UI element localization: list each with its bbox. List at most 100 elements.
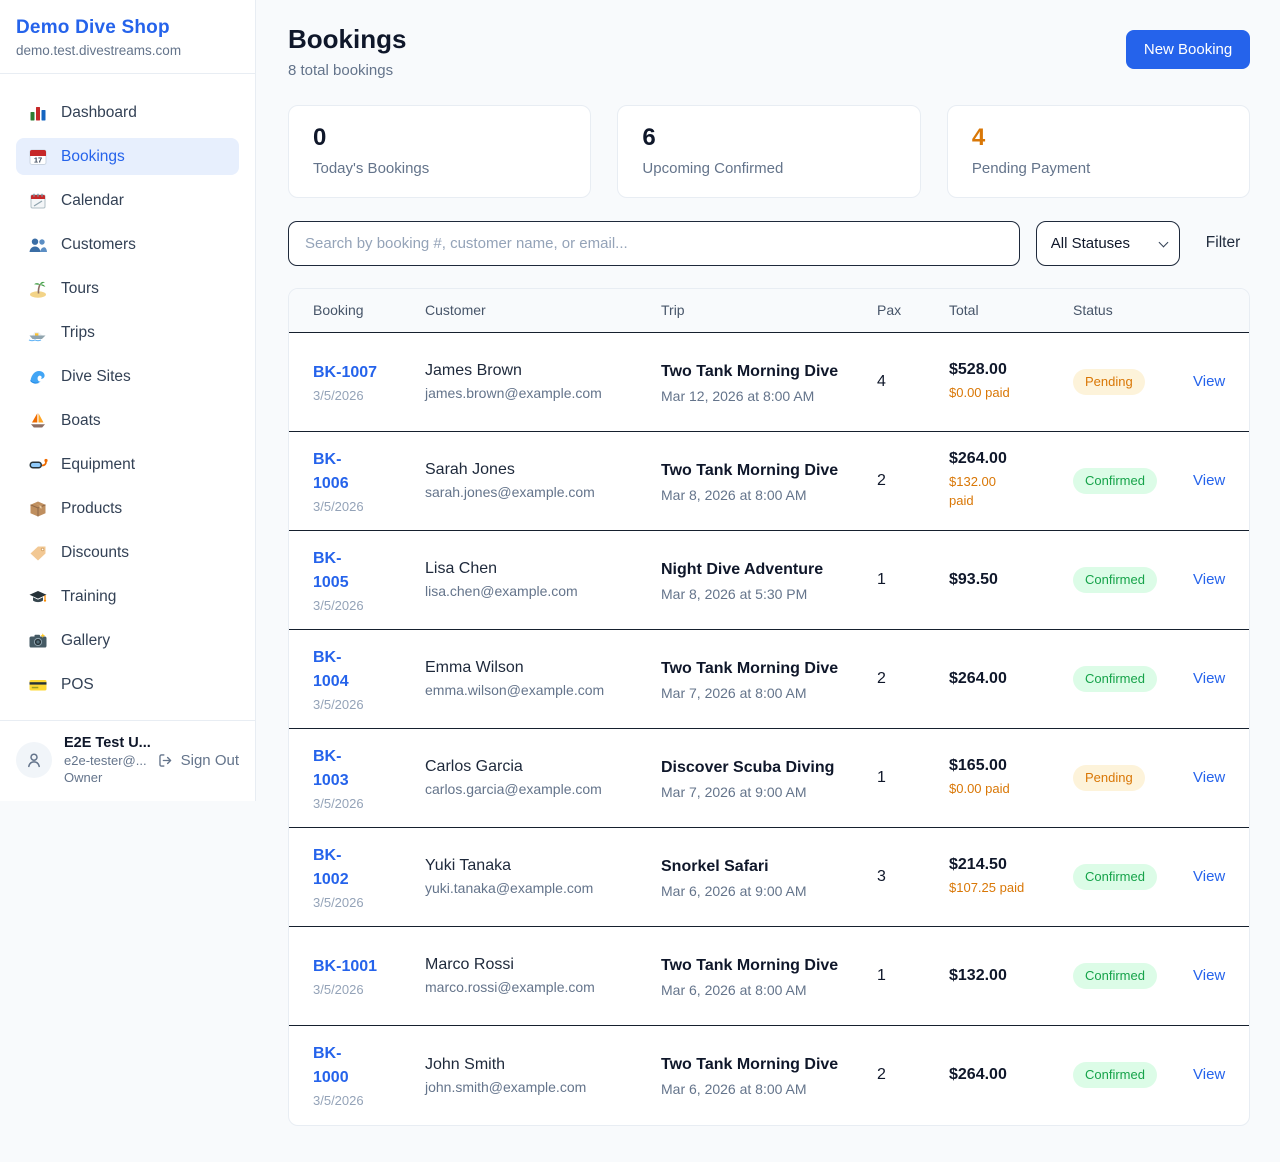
pax-count: 3 <box>877 868 949 886</box>
table-row: BK-1004 3/5/2026 Emma Wilson emma.wilson… <box>289 630 1249 729</box>
customer-email: carlos.garcia@example.com <box>425 781 661 797</box>
customer-cell: John Smith john.smith@example.com <box>425 1056 661 1095</box>
customer-name: John Smith <box>425 1056 661 1074</box>
sidebar-item-boats[interactable]: Boats <box>16 402 239 439</box>
customer-name: Emma Wilson <box>425 659 661 677</box>
view-cell: View <box>1193 571 1225 589</box>
package-icon <box>28 499 48 519</box>
sidebar-item-products[interactable]: Products <box>16 490 239 527</box>
view-link[interactable]: View <box>1193 670 1225 687</box>
brand: Demo Dive Shop demo.test.divestreams.com <box>0 0 255 74</box>
sidebar-item-trips[interactable]: Trips <box>16 314 239 351</box>
view-link[interactable]: View <box>1193 571 1225 588</box>
sidebar-item-discounts[interactable]: Discounts <box>16 534 239 571</box>
search-input[interactable] <box>288 221 1020 266</box>
customer-email: james.brown@example.com <box>425 385 661 401</box>
sidebar-item-label: Discounts <box>61 544 129 562</box>
view-link[interactable]: View <box>1193 373 1225 390</box>
sign-out-button[interactable]: Sign Out <box>157 752 239 769</box>
booking-id-link[interactable]: BK-1003 <box>313 745 356 793</box>
total-cell: $214.50 $107.25 paid <box>949 856 1073 898</box>
sidebar-item-calendar[interactable]: Calendar <box>16 182 239 219</box>
booking-id-link[interactable]: BK-1005 <box>313 547 356 595</box>
status-badge: Confirmed <box>1073 567 1157 593</box>
table-row: BK-1006 3/5/2026 Sarah Jones sarah.jones… <box>289 432 1249 531</box>
paid-amount: $0.00 paid <box>949 384 1073 403</box>
trip-cell: Two Tank Morning Dive Mar 6, 2026 at 8:0… <box>661 954 877 998</box>
sidebar-item-customers[interactable]: Customers <box>16 226 239 263</box>
total-cell: $165.00 $0.00 paid <box>949 757 1073 799</box>
sidebar-item-gallery[interactable]: Gallery <box>16 622 239 659</box>
view-link[interactable]: View <box>1193 1066 1225 1083</box>
calendar-date-icon: 17 <box>28 147 48 167</box>
booking-date: 3/5/2026 <box>313 388 425 403</box>
trip-name: Night Dive Adventure <box>661 558 839 582</box>
pax-count: 4 <box>877 373 949 391</box>
total-amount: $93.50 <box>949 571 1073 589</box>
customer-cell: James Brown james.brown@example.com <box>425 362 661 401</box>
customer-cell: Marco Rossi marco.rossi@example.com <box>425 956 661 995</box>
status-select[interactable]: All Statuses <box>1036 221 1180 266</box>
sidebar-item-label: Boats <box>61 412 101 430</box>
trip-time: Mar 7, 2026 at 8:00 AM <box>661 685 857 701</box>
view-link[interactable]: View <box>1193 769 1225 786</box>
stat-value: 0 <box>313 124 566 153</box>
table-row: BK-1007 3/5/2026 James Brown james.brown… <box>289 333 1249 432</box>
view-link[interactable]: View <box>1193 472 1225 489</box>
col-header-status: Status <box>1073 302 1193 318</box>
booking-id-link[interactable]: BK-1000 <box>313 1042 356 1090</box>
table-row: BK-1003 3/5/2026 Carlos Garcia carlos.ga… <box>289 729 1249 828</box>
view-cell: View <box>1193 967 1225 985</box>
page-header: Bookings 8 total bookings New Booking <box>288 24 1250 79</box>
stat-card: 0 Today's Bookings <box>288 105 591 198</box>
sidebar-item-equipment[interactable]: Equipment <box>16 446 239 483</box>
status-cell: Confirmed <box>1073 864 1193 890</box>
status-badge: Confirmed <box>1073 963 1157 989</box>
total-amount: $264.00 <box>949 450 1073 468</box>
person-icon <box>24 750 44 770</box>
trip-name: Two Tank Morning Dive <box>661 657 839 681</box>
sidebar: Demo Dive Shop demo.test.divestreams.com… <box>0 0 256 801</box>
sidebar-item-dashboard[interactable]: Dashboard <box>16 94 239 131</box>
new-booking-button[interactable]: New Booking <box>1126 30 1250 69</box>
graduation-cap-icon <box>28 587 48 607</box>
pax-count: 2 <box>877 670 949 688</box>
booking-cell: BK-1000 3/5/2026 <box>313 1042 425 1108</box>
main-content: Bookings 8 total bookings New Booking 0 … <box>256 0 1280 1156</box>
status-cell: Pending <box>1073 765 1193 791</box>
col-header-booking: Booking <box>313 302 425 318</box>
sidebar-item-label: Equipment <box>61 456 135 474</box>
customer-email: marco.rossi@example.com <box>425 979 661 995</box>
booking-id-link[interactable]: BK-1007 <box>313 364 377 381</box>
filter-button[interactable]: Filter <box>1196 226 1250 260</box>
paid-amount: $0.00 paid <box>949 780 1073 799</box>
customer-email: yuki.tanaka@example.com <box>425 880 661 896</box>
booking-id-link[interactable]: BK-1006 <box>313 448 356 496</box>
view-cell: View <box>1193 1066 1225 1084</box>
sidebar-item-bookings[interactable]: 17 Bookings <box>16 138 239 175</box>
sidebar-item-pos[interactable]: POS <box>16 666 239 703</box>
stat-value: 6 <box>642 124 895 153</box>
total-amount: $214.50 <box>949 856 1073 874</box>
sidebar-item-dive-sites[interactable]: Dive Sites <box>16 358 239 395</box>
sidebar-nav: Dashboard 17 Bookings Calendar Customers… <box>0 74 255 720</box>
booking-date: 3/5/2026 <box>313 1093 425 1108</box>
booking-id-link[interactable]: BK-1002 <box>313 844 356 892</box>
customer-cell: Emma Wilson emma.wilson@example.com <box>425 659 661 698</box>
sidebar-item-training[interactable]: Training <box>16 578 239 615</box>
booking-date: 3/5/2026 <box>313 982 425 997</box>
booking-id-link[interactable]: BK-1001 <box>313 958 377 975</box>
status-badge: Pending <box>1073 765 1145 791</box>
customer-email: john.smith@example.com <box>425 1079 661 1095</box>
trip-name: Two Tank Morning Dive <box>661 954 839 978</box>
sidebar-item-tours[interactable]: Tours <box>16 270 239 307</box>
view-link[interactable]: View <box>1193 868 1225 885</box>
stat-value: 4 <box>972 124 1225 153</box>
view-link[interactable]: View <box>1193 967 1225 984</box>
booking-id-link[interactable]: BK-1004 <box>313 646 356 694</box>
status-badge: Pending <box>1073 369 1145 395</box>
trip-time: Mar 6, 2026 at 9:00 AM <box>661 883 857 899</box>
app-domain: demo.test.divestreams.com <box>16 43 239 58</box>
trip-time: Mar 6, 2026 at 8:00 AM <box>661 982 857 998</box>
trip-name: Snorkel Safari <box>661 855 839 879</box>
